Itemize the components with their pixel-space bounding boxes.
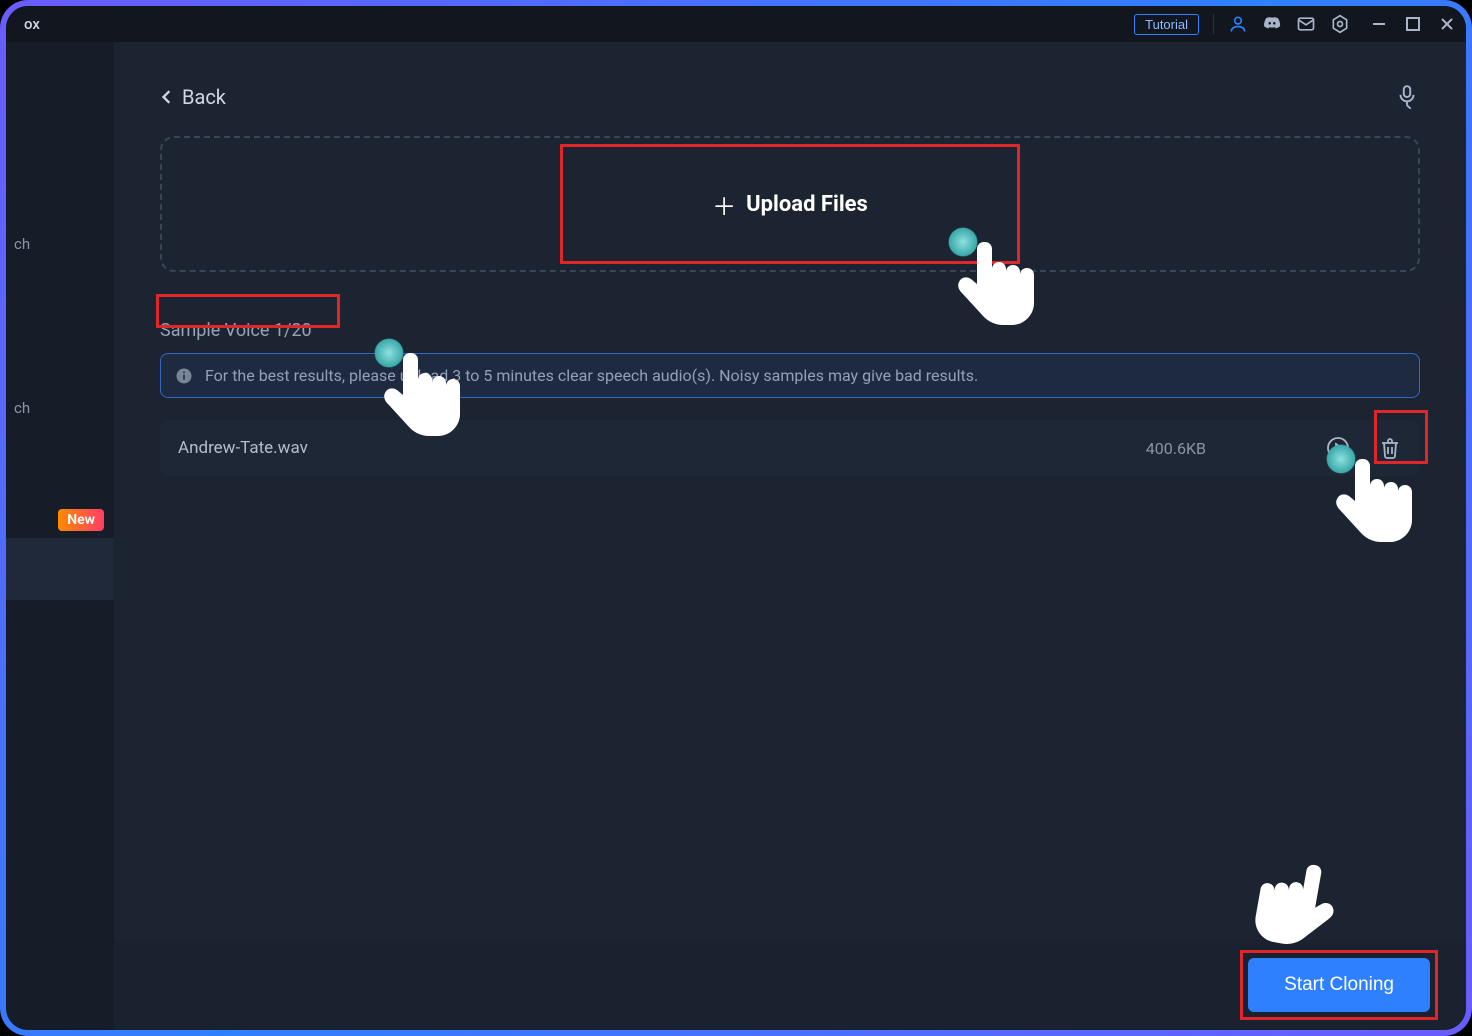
info-bar: For the best results, please upload 3 to… [160, 353, 1420, 398]
mail-icon[interactable] [1296, 14, 1316, 34]
upload-label: Upload Files [746, 192, 868, 217]
play-button[interactable] [1326, 436, 1350, 460]
delete-button[interactable] [1378, 436, 1402, 460]
header-row: Back [160, 84, 1420, 110]
file-name: Andrew-Tate.wav [178, 438, 1146, 458]
sidebar-active-bg [6, 538, 114, 600]
settings-icon[interactable] [1330, 14, 1350, 34]
sample-voice-text: Sample Voice 1/20 [160, 320, 312, 341]
new-badge: New [58, 509, 104, 531]
window-controls [1370, 15, 1456, 33]
info-text: For the best results, please upload 3 to… [205, 366, 978, 385]
close-button[interactable] [1438, 15, 1456, 33]
plus-icon: ＋ [712, 187, 736, 222]
bottom-bar: Start Cloning [114, 940, 1466, 1030]
mic-cable-icon[interactable] [1394, 84, 1420, 110]
titlebar-divider [1213, 14, 1214, 34]
sidebar-item-2[interactable]: ch [6, 326, 114, 490]
upload-inner: ＋ Upload Files [712, 187, 868, 222]
info-icon [175, 367, 193, 385]
sidebar: ch ch New [6, 42, 114, 1030]
main: Back ＋ Upload Files [114, 42, 1466, 1030]
discord-icon[interactable] [1262, 14, 1282, 34]
minimize-button[interactable] [1370, 15, 1388, 33]
tutorial-button[interactable]: Tutorial [1134, 14, 1199, 35]
file-row: Andrew-Tate.wav 400.6KB [160, 420, 1420, 476]
file-size: 400.6KB [1146, 439, 1206, 458]
app-title: ox [16, 15, 40, 33]
sidebar-item-1[interactable]: ch [6, 162, 114, 326]
titlebar-right: Tutorial [1134, 14, 1456, 35]
titlebar: ox Tutorial [6, 6, 1466, 42]
back-button[interactable]: Back [160, 85, 226, 109]
upload-dropzone[interactable]: ＋ Upload Files [160, 136, 1420, 272]
start-cloning-button[interactable]: Start Cloning [1248, 958, 1430, 1012]
window-frame: ox Tutorial [0, 0, 1472, 1036]
sample-voice-label: Sample Voice 1/20 [160, 320, 312, 341]
body: ch ch New Back [6, 42, 1466, 1030]
sidebar-item-label: ch [14, 235, 30, 253]
app-window: ox Tutorial [6, 6, 1466, 1030]
sidebar-spacer [6, 42, 114, 162]
maximize-button[interactable] [1404, 15, 1422, 33]
sidebar-item-label: ch [14, 399, 30, 417]
start-wrap: Start Cloning [1248, 958, 1430, 1012]
back-label: Back [182, 85, 226, 109]
user-icon[interactable] [1228, 14, 1248, 34]
